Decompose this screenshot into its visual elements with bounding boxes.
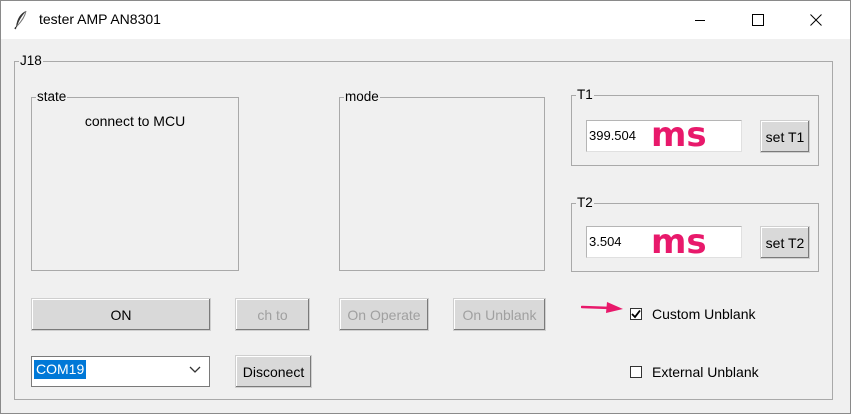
- arrow-annotation-icon: [581, 302, 623, 313]
- chevron-down-icon[interactable]: [189, 366, 201, 374]
- custom-unblank-checkbox[interactable]: Custom Unblank: [630, 306, 756, 322]
- on-unblank-button[interactable]: On Unblank: [453, 298, 546, 331]
- external-unblank-label: External Unblank: [652, 364, 759, 380]
- custom-unblank-label: Custom Unblank: [652, 306, 756, 322]
- t1-unit-annotation: ms: [651, 115, 707, 155]
- maximize-button[interactable]: [729, 1, 787, 39]
- external-unblank-checkbox[interactable]: External Unblank: [630, 364, 759, 380]
- title-bar[interactable]: tester AMP AN8301: [1, 1, 850, 39]
- set-t2-button[interactable]: set T2: [760, 226, 810, 259]
- mode-group-label: mode: [345, 89, 379, 104]
- minimize-button[interactable]: [671, 1, 729, 39]
- custom-unblank-check-box[interactable]: [630, 308, 642, 320]
- disconnect-button[interactable]: Disconect: [235, 355, 312, 388]
- close-icon: [810, 14, 822, 26]
- state-status-text: connect to MCU: [84, 113, 186, 129]
- set-t1-button[interactable]: set T1: [760, 120, 810, 153]
- feather-icon: [13, 10, 29, 30]
- ch-to-button[interactable]: ch to: [235, 298, 310, 331]
- on-operate-button[interactable]: On Operate: [339, 298, 429, 331]
- checkmark-icon: [631, 309, 641, 319]
- mode-group: mode: [339, 90, 545, 271]
- group-j18-label: J18: [20, 53, 42, 68]
- state-group-label: state: [37, 89, 67, 104]
- on-button[interactable]: ON: [31, 298, 211, 331]
- close-button[interactable]: [787, 1, 845, 39]
- t1-input-value: 399.504: [589, 128, 636, 143]
- minimize-icon: [695, 20, 705, 21]
- external-unblank-check-box[interactable]: [630, 366, 642, 378]
- app-window: tester AMP AN8301 J18 state connect to M…: [0, 0, 851, 414]
- port-select[interactable]: COM19: [31, 356, 210, 387]
- t2-group-label: T2: [577, 195, 593, 210]
- maximize-icon: [752, 14, 764, 26]
- port-select-value: COM19: [34, 360, 87, 379]
- t2-unit-annotation: ms: [651, 222, 707, 262]
- t1-group-label: T1: [577, 87, 593, 102]
- t2-input-value: 3.504: [589, 234, 622, 249]
- window-title: tester AMP AN8301: [39, 11, 161, 27]
